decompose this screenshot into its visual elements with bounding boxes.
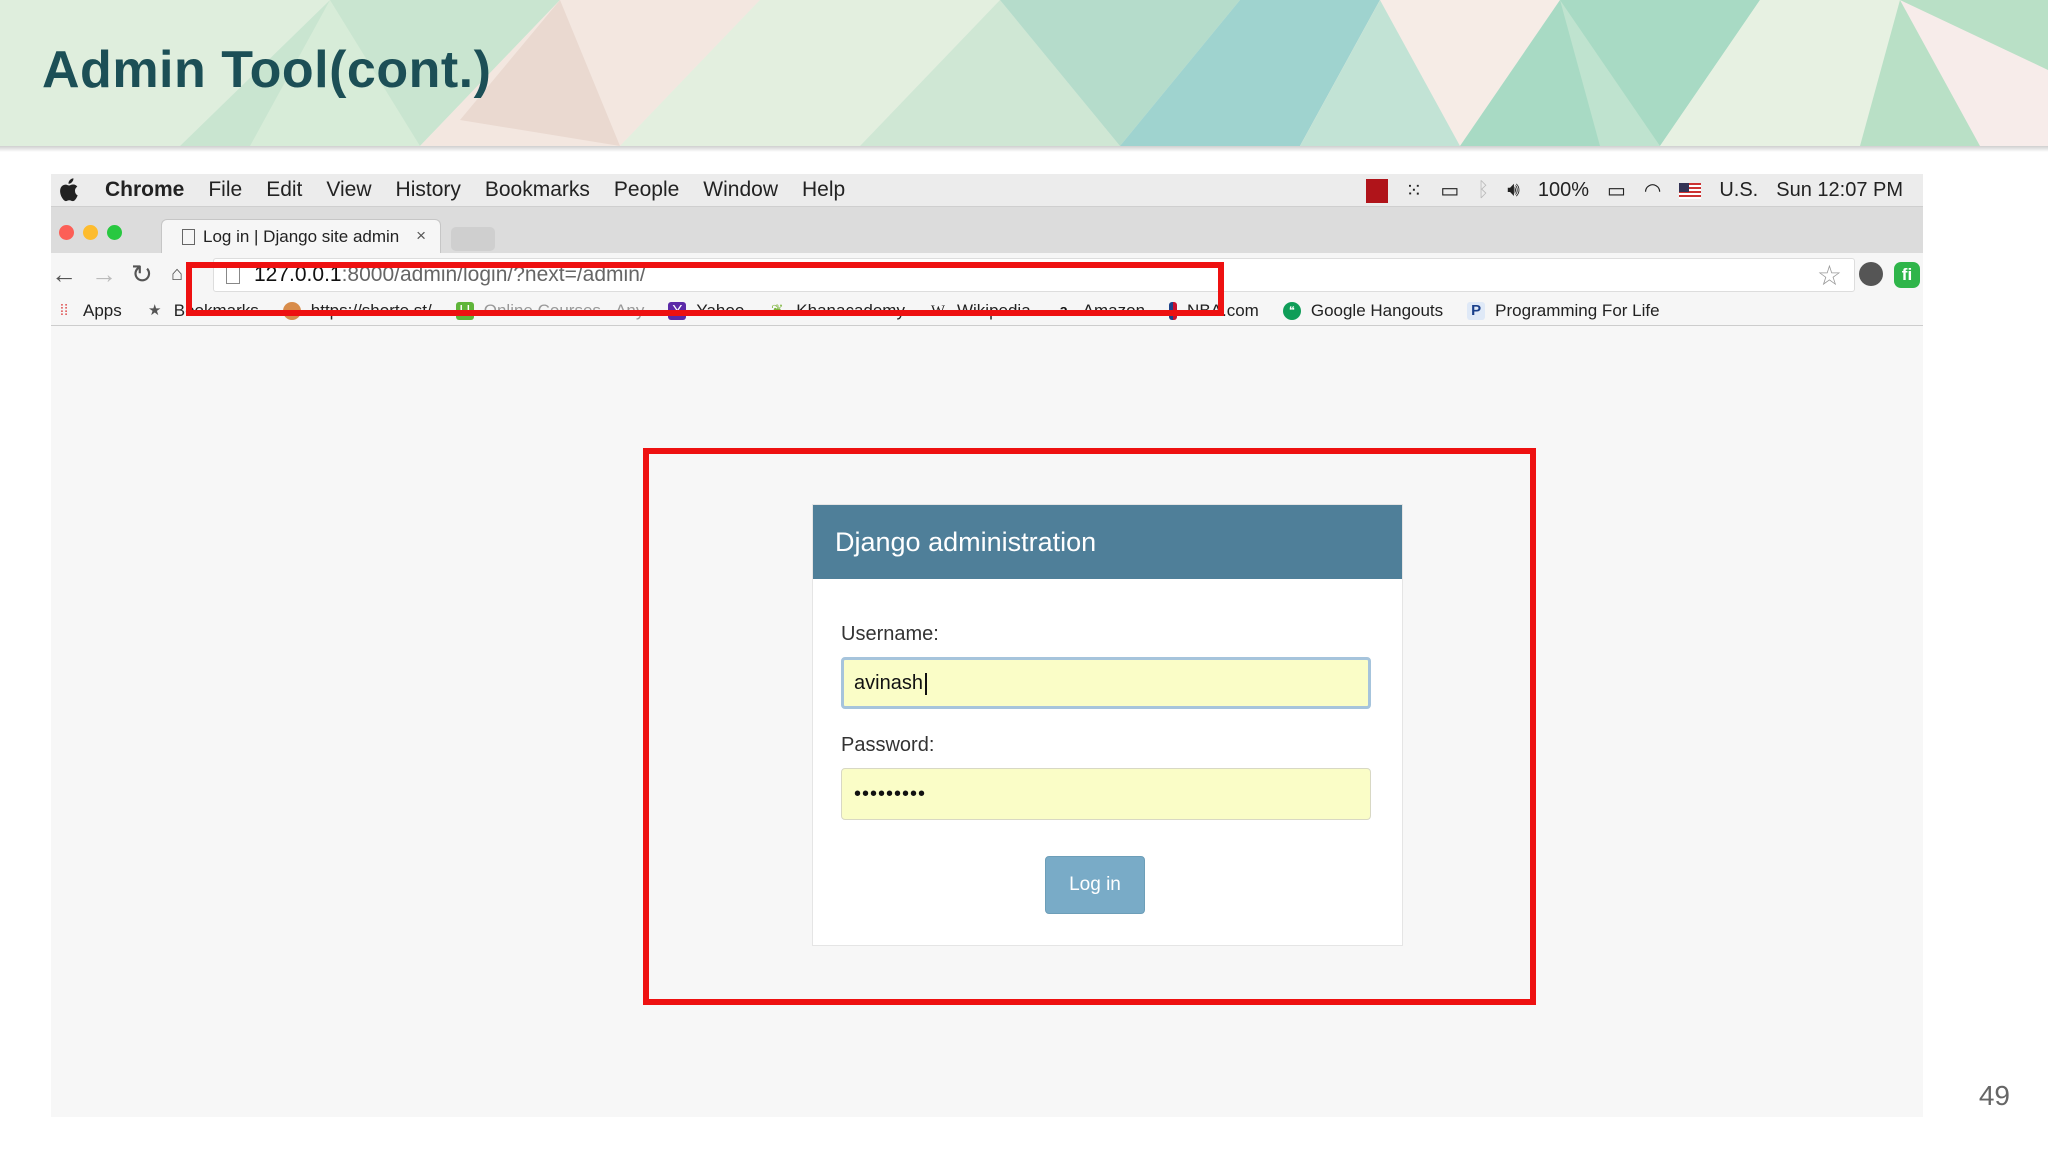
bookmark-google-hangouts[interactable]: ❝ Google Hangouts — [1282, 301, 1444, 321]
url-highlight-box — [186, 262, 1224, 316]
menu-file[interactable]: File — [208, 178, 242, 202]
minimize-window-button[interactable] — [83, 225, 98, 240]
bookmark-label: Programming For Life — [1495, 301, 1660, 320]
header-divider — [0, 146, 2048, 152]
slide-title: Admin Tool(cont.) — [42, 41, 492, 99]
new-tab-button[interactable] — [451, 227, 495, 251]
us-flag-icon[interactable] — [1679, 182, 1702, 199]
mac-menu-bar: Chrome File Edit View History Bookmarks … — [51, 174, 1923, 207]
menu-window[interactable]: Window — [703, 178, 778, 202]
slide-header-banner: Admin Tool(cont.) — [0, 0, 2048, 146]
battery-percent[interactable]: 100% — [1538, 179, 1589, 202]
bookmark-apps[interactable]: ⁞⁞ Apps — [55, 301, 122, 321]
menu-edit[interactable]: Edit — [266, 178, 302, 202]
browser-tab-active[interactable]: Log in | Django site admin × — [161, 219, 441, 253]
screen-recorder-icon[interactable] — [1365, 178, 1388, 203]
back-arrow-icon[interactable]: ← — [51, 259, 77, 289]
reload-icon[interactable]: ↻ — [131, 259, 153, 289]
close-tab-icon[interactable]: × — [416, 226, 426, 246]
extension-green-icon[interactable]: fi — [1894, 262, 1920, 288]
bluetooth-icon[interactable]: ᛒ — [1477, 179, 1489, 202]
bookmark-label: Google Hangouts — [1310, 301, 1444, 320]
login-highlight-box — [643, 448, 1536, 1005]
menu-clock[interactable]: Sun 12:07 PM — [1776, 179, 1903, 202]
apple-logo-icon[interactable] — [57, 178, 79, 202]
menu-help[interactable]: Help — [802, 178, 845, 202]
star-icon: ★ — [148, 302, 162, 319]
forward-arrow-icon[interactable]: → — [91, 259, 117, 289]
bookmark-programming-for-life[interactable]: P Programming For Life — [1467, 301, 1660, 321]
menu-history[interactable]: History — [396, 178, 461, 202]
apps-grid-icon: ⁞⁞ — [59, 302, 69, 319]
menu-app-name[interactable]: Chrome — [105, 178, 184, 202]
close-window-button[interactable] — [59, 225, 74, 240]
hangouts-icon: ❝ — [1282, 302, 1301, 320]
page-favicon-icon — [182, 228, 195, 245]
input-source[interactable]: U.S. — [1719, 179, 1758, 202]
menu-bookmarks[interactable]: Bookmarks — [485, 178, 590, 202]
grid-status-icon[interactable]: ⁙ — [1406, 178, 1423, 203]
wifi-icon[interactable]: ◠ — [1644, 178, 1661, 203]
bookmark-star-icon[interactable]: ☆ — [1817, 259, 1842, 292]
volume-icon[interactable]: 🔊︎ — [1507, 179, 1520, 202]
menu-people[interactable]: People — [614, 178, 679, 202]
bookmark-label: Apps — [83, 301, 122, 320]
battery-icon[interactable]: ▭ — [1607, 178, 1626, 203]
tab-strip: Log in | Django site admin × — [51, 207, 1923, 253]
home-icon[interactable]: ⌂ — [171, 259, 183, 289]
fullscreen-window-button[interactable] — [107, 225, 122, 240]
menu-view[interactable]: View — [326, 178, 371, 202]
p-icon: P — [1467, 302, 1486, 320]
slide-page-number: 49 — [1978, 1080, 2010, 1111]
airplay-icon[interactable]: ▭ — [1440, 178, 1459, 203]
tab-title: Log in | Django site admin — [203, 226, 400, 246]
extension-circle-icon[interactable] — [1859, 262, 1883, 286]
